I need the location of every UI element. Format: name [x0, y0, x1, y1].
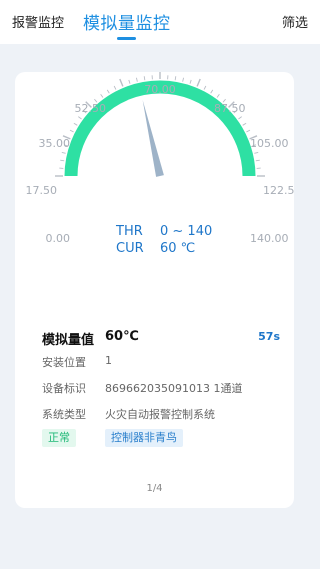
tick-label-7: 122.5 — [263, 184, 294, 197]
system-type-label: 系统类型 — [42, 408, 86, 421]
minor-tick — [182, 77, 185, 82]
gauge-needle — [142, 99, 164, 177]
device-id-label: 设备标识 — [42, 382, 86, 395]
location-value: 1 — [105, 354, 112, 367]
tick-label-0: 0.00 — [46, 232, 71, 245]
minor-tick — [61, 151, 66, 154]
gauge: 0.00 17.50 35.00 52.50 70.00 87.50 105.0… — [26, 72, 294, 256]
minor-tick — [60, 159, 65, 162]
minor-tick — [203, 85, 207, 90]
location-label: 安装位置 — [42, 356, 86, 369]
minor-tick — [100, 94, 104, 98]
analog-card: 0.00 17.50 35.00 52.50 70.00 87.50 105.0… — [15, 72, 294, 508]
tick-label-8: 140.00 — [250, 232, 289, 245]
minor-tick — [216, 94, 220, 98]
minor-tick — [189, 79, 192, 84]
tab-alarm-monitor[interactable]: 报警监控 — [12, 12, 64, 31]
tab-analog-monitor[interactable]: 模拟量监控 — [83, 9, 171, 34]
minor-tick — [69, 129, 74, 133]
minor-tick — [113, 85, 117, 90]
active-tab-indicator — [117, 37, 136, 40]
minor-tick — [128, 79, 131, 84]
system-type-value: 火灾自动报警控制系统 — [105, 408, 215, 421]
minor-tick — [135, 77, 138, 82]
device-id-value: 869662035091013 1通道 — [105, 382, 243, 395]
thr-value: 0 ~ 140 — [160, 224, 212, 239]
minor-tick — [143, 76, 146, 81]
status-badge: 正常 — [42, 429, 76, 447]
minor-tick — [246, 129, 251, 133]
minor-tick — [78, 116, 82, 120]
minor-tick — [106, 89, 110, 94]
tick-label-5: 87.50 — [214, 102, 246, 115]
refresh-countdown: 57s — [258, 330, 280, 343]
minor-tick — [255, 159, 260, 162]
filter-button[interactable]: 筛选 — [282, 12, 308, 31]
controller-badge: 控制器非青鸟 — [105, 429, 183, 447]
minor-tick — [254, 151, 259, 154]
major-tick — [119, 78, 124, 87]
tick-label-2: 35.00 — [39, 137, 71, 150]
cur-label: CUR — [116, 241, 144, 256]
minor-tick — [174, 76, 177, 81]
tick-label-4: 70.00 — [144, 83, 176, 96]
top-bar: 报警监控 模拟量监控 筛选 — [0, 0, 320, 44]
minor-tick — [73, 122, 78, 126]
minor-tick — [242, 122, 247, 126]
minor-tick — [238, 116, 242, 120]
tick-label-3: 52.50 — [75, 102, 107, 115]
page-indicator: 1/4 — [146, 483, 163, 494]
tick-label-6: 105.00 — [250, 137, 289, 150]
analog-name-label: 模拟量值 — [42, 333, 95, 348]
thr-label: THR — [115, 224, 143, 239]
major-tick — [196, 78, 201, 87]
tick-label-1: 17.50 — [26, 184, 58, 197]
minor-tick — [210, 89, 214, 94]
cur-value: 60 ℃ — [160, 241, 195, 256]
analog-value: 60℃ — [105, 329, 139, 344]
